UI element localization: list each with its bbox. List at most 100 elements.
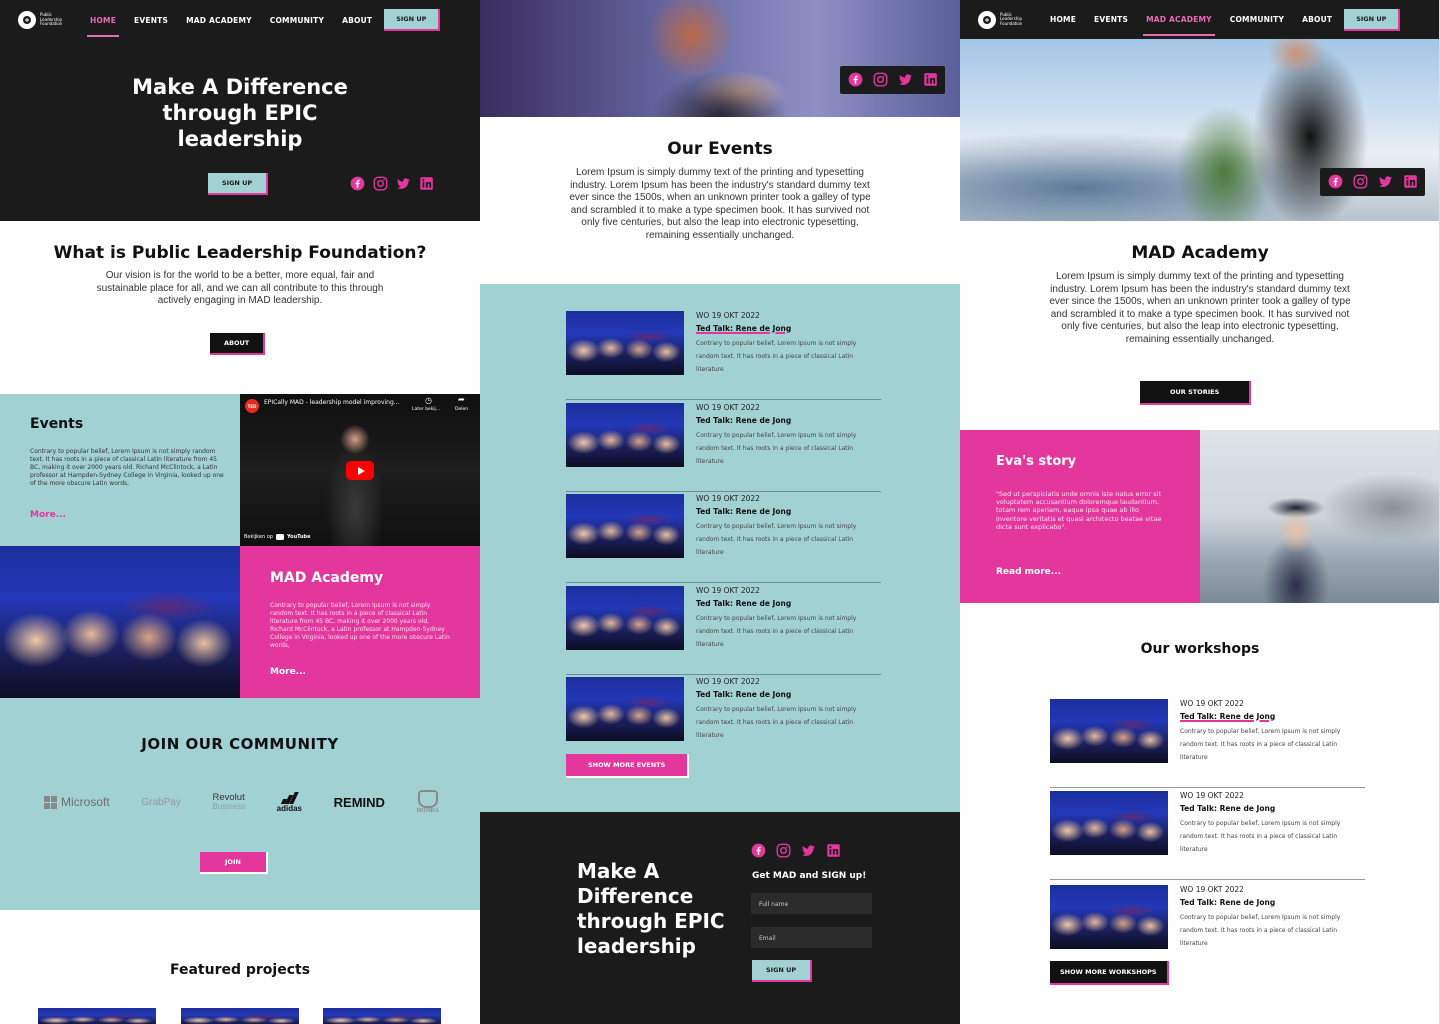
nav-signup-button[interactable]: SIGN UP xyxy=(384,9,441,31)
twitter-icon[interactable] xyxy=(898,72,913,87)
microsoft-label: Microsoft xyxy=(61,795,110,809)
workshop-date: WO 19 OKT 2022 xyxy=(1180,885,1244,894)
academy-intro-text: Lorem Ipsum is simply dummy text of the … xyxy=(1049,271,1351,345)
linkedin-icon[interactable] xyxy=(826,843,841,858)
event-item[interactable]: WO 19 OKT 2022 Ted Talk: Rene de Jong Co… xyxy=(566,491,881,583)
event-description: Contrary to popular belief, Lorem Ipsum … xyxy=(696,340,857,373)
show-more-workshops-button[interactable]: SHOW MORE WORKSHOPS xyxy=(1050,961,1169,985)
play-button-icon[interactable] xyxy=(346,461,374,480)
linkedin-icon[interactable] xyxy=(923,72,938,87)
show-more-events-button[interactable]: SHOW MORE EVENTS xyxy=(566,754,690,778)
twitter-icon[interactable] xyxy=(396,176,411,191)
watch-on-label: Bekijken op xyxy=(244,534,273,540)
hero-section: Public Leadership Foundation HOME EVENTS… xyxy=(0,0,480,221)
workshop-description: Contrary to popular belief, Lorem Ipsum … xyxy=(1180,728,1341,761)
email-input[interactable]: Email xyxy=(751,927,872,948)
instagram-icon[interactable] xyxy=(873,72,888,87)
nav-item-events[interactable]: EVENTS xyxy=(134,16,168,25)
workshop-title-link[interactable]: Ted Talk: Rene de Jong xyxy=(1180,712,1275,721)
navbar: Public Leadership Foundation HOME EVENTS… xyxy=(960,0,1439,39)
story-image xyxy=(1200,430,1439,603)
footer-title-line: Make A xyxy=(577,859,660,883)
event-item[interactable]: WO 19 OKT 2022 Ted Talk: Rene de Jong Co… xyxy=(566,400,881,492)
event-title-link[interactable]: Ted Talk: Rene de Jong xyxy=(696,507,791,516)
workshop-item[interactable]: WO 19 OKT 2022 Ted Talk: Rene de Jong Co… xyxy=(1050,788,1365,880)
facebook-icon[interactable] xyxy=(350,176,365,191)
hero-signup-button[interactable]: SIGN UP xyxy=(208,173,269,195)
story-read-more-link[interactable]: Read more... xyxy=(996,567,1061,577)
nav-item-events[interactable]: EVENTS xyxy=(1094,15,1128,24)
honda-logo: HONDA xyxy=(417,790,439,814)
workshop-thumbnail xyxy=(1050,885,1168,949)
facebook-icon[interactable] xyxy=(1328,174,1343,189)
event-item[interactable]: WO 19 OKT 2022 Ted Talk: Rene de Jong Co… xyxy=(566,308,881,400)
about-button[interactable]: ABOUT xyxy=(210,333,266,355)
nav-item-community[interactable]: COMMUNITY xyxy=(270,16,324,25)
event-item[interactable]: WO 19 OKT 2022 Ted Talk: Rene de Jong Co… xyxy=(566,674,881,766)
adidas-logo: adidas xyxy=(277,791,302,813)
facebook-icon[interactable] xyxy=(848,72,863,87)
video-embed[interactable]: TED EPICally MAD - leadership model impr… xyxy=(240,394,480,546)
workshop-date: WO 19 OKT 2022 xyxy=(1180,699,1244,708)
nav-item-home[interactable]: HOME xyxy=(86,16,120,37)
instagram-icon[interactable] xyxy=(776,843,791,858)
instagram-icon[interactable] xyxy=(373,176,388,191)
events-tile-more-link[interactable]: More... xyxy=(30,510,66,520)
ted-logo: TED xyxy=(245,399,259,413)
event-title-link[interactable]: Ted Talk: Rene de Jong xyxy=(696,599,791,608)
logo[interactable]: Public Leadership Foundation xyxy=(18,11,70,29)
our-stories-button[interactable]: OUR STORIES xyxy=(1140,381,1252,405)
event-title-link[interactable]: Ted Talk: Rene de Jong xyxy=(696,416,791,425)
navbar: Public Leadership Foundation HOME EVENTS… xyxy=(0,0,480,40)
nav-item-about[interactable]: ABOUT xyxy=(1302,15,1332,24)
nav-item-about[interactable]: ABOUT xyxy=(342,16,372,25)
footer-signup-button[interactable]: SIGN UP xyxy=(752,960,813,982)
linkedin-icon[interactable] xyxy=(419,176,434,191)
footer-title-line: leadership xyxy=(577,934,696,958)
event-description: Contrary to popular belief, Lorem Ipsum … xyxy=(696,432,857,465)
logo-icon xyxy=(18,11,36,29)
workshop-title-link[interactable]: Ted Talk: Rene de Jong xyxy=(1180,804,1275,813)
events-tile: Events Contrary to popular belief, Lorem… xyxy=(0,394,240,546)
featured-project-card[interactable] xyxy=(323,1008,441,1024)
revolut-business-label: Business xyxy=(212,802,245,811)
events-page-panel: Our Events Lorem Ipsum is simply dummy t… xyxy=(480,0,960,1024)
share-icon[interactable]: ➦ xyxy=(458,395,465,404)
workshop-thumbnail xyxy=(1050,791,1168,855)
logo[interactable]: Public Leadership Foundation xyxy=(978,10,1030,29)
linkedin-icon[interactable] xyxy=(1403,174,1418,189)
facebook-icon[interactable] xyxy=(751,843,766,858)
audience-image xyxy=(0,546,240,698)
event-item[interactable]: WO 19 OKT 2022 Ted Talk: Rene de Jong Co… xyxy=(566,583,881,675)
revolut-logo: Revolut Business xyxy=(213,793,245,811)
fullname-input[interactable]: Full name xyxy=(751,893,872,914)
story-card: Eva's story "Sed ut perspiciatis unde om… xyxy=(960,430,1200,603)
nav-item-mad-academy[interactable]: MAD ACADEMY xyxy=(1143,15,1215,36)
workshop-item[interactable]: WO 19 OKT 2022 Ted Talk: Rene de Jong Co… xyxy=(1050,696,1365,788)
honda-label: HONDA xyxy=(416,808,439,814)
nav-item-home[interactable]: HOME xyxy=(1050,15,1076,24)
logo-text: Public Leadership Foundation xyxy=(40,13,70,27)
academy-title: MAD Academy xyxy=(1131,243,1269,263)
featured-project-card[interactable] xyxy=(38,1008,156,1024)
watch-on-youtube[interactable]: Bekijken op YouTube xyxy=(244,534,311,540)
mad-tile-more-link[interactable]: More... xyxy=(270,667,306,677)
join-button[interactable]: JOIN xyxy=(200,852,268,874)
watch-later-icon[interactable]: ◷ xyxy=(425,396,432,405)
nav-item-mad-academy[interactable]: MAD ACADEMY xyxy=(186,16,252,25)
event-title-link[interactable]: Ted Talk: Rene de Jong xyxy=(696,324,791,333)
partner-logos: Microsoft GrabPay Revolut Business adida… xyxy=(44,790,439,814)
workshop-title-link[interactable]: Ted Talk: Rene de Jong xyxy=(1180,898,1275,907)
workshops-title: Our workshops xyxy=(1140,641,1260,657)
featured-project-card[interactable] xyxy=(181,1008,299,1024)
event-date: WO 19 OKT 2022 xyxy=(696,403,760,412)
featured-title: Featured projects xyxy=(169,962,311,978)
twitter-icon[interactable] xyxy=(1378,174,1393,189)
instagram-icon[interactable] xyxy=(1353,174,1368,189)
nav-signup-button[interactable]: SIGN UP xyxy=(1344,8,1401,31)
nav-item-community[interactable]: COMMUNITY xyxy=(1230,15,1284,24)
event-thumbnail xyxy=(566,677,684,741)
hero-title: Make A Difference through EPIC leadershi… xyxy=(0,74,480,152)
event-title-link[interactable]: Ted Talk: Rene de Jong xyxy=(696,690,791,699)
twitter-icon[interactable] xyxy=(801,843,816,858)
